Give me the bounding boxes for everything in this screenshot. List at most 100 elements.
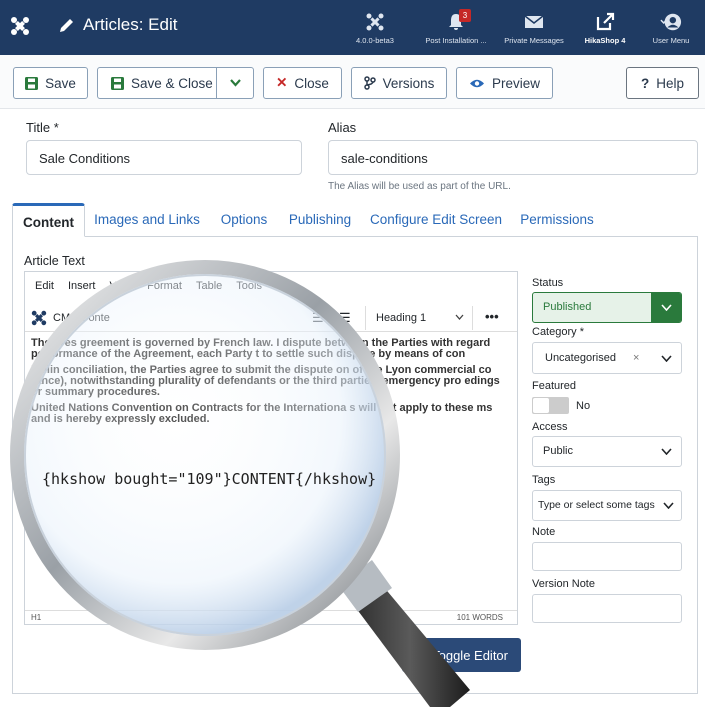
- chevron-down-icon: [651, 437, 681, 466]
- chevron-down-icon: [455, 314, 464, 320]
- versions-label: Versions: [382, 75, 435, 91]
- floppy-icon: [111, 76, 124, 90]
- preview-button[interactable]: Preview: [456, 67, 553, 99]
- block-format-select[interactable]: Heading 1: [365, 306, 473, 330]
- editor-menubar: Edit Insert View Format Table Tools: [25, 272, 517, 300]
- tab-permissions[interactable]: Permissions: [511, 203, 603, 237]
- eye-icon: [469, 79, 484, 87]
- category-value: Uncategorised: [545, 352, 616, 364]
- version-note-label: Version Note: [532, 578, 595, 590]
- tab-bar: Content Images and Links Options Publish…: [12, 203, 698, 237]
- editor-format-toolbar: CMS Conte ☰ ☰ Heading 1 •••: [25, 304, 517, 332]
- menu-tools[interactable]: Tools: [236, 280, 262, 300]
- versions-button[interactable]: Versions: [351, 67, 447, 99]
- preview-label: Preview: [491, 75, 540, 91]
- joomla-icon: [31, 310, 47, 326]
- close-icon: ✕: [276, 75, 288, 90]
- access-label: Access: [532, 421, 568, 433]
- menu-edit[interactable]: Edit: [35, 280, 54, 300]
- tags-placeholder: Type or select some tags: [538, 499, 655, 511]
- pencil-icon: [60, 19, 73, 32]
- align-justify-icon[interactable]: ☰: [339, 310, 351, 326]
- note-input[interactable]: [532, 542, 682, 571]
- alias-hint: The Alias will be used as part of the UR…: [328, 181, 511, 192]
- envelope-icon: [524, 15, 544, 28]
- chevron-down-icon: [655, 491, 681, 520]
- version-note-input[interactable]: [532, 594, 682, 623]
- menu-table[interactable]: Table: [196, 280, 222, 300]
- status-label: Status: [532, 277, 564, 289]
- help-label: Help: [656, 75, 684, 91]
- status-select[interactable]: Published: [532, 292, 682, 323]
- article-editor[interactable]: Edit Insert View Format Table Tools CMS …: [24, 271, 518, 625]
- magnified-shortcode: {hkshow bought="109"}CONTENT{/hkshow}: [42, 470, 377, 488]
- menu-insert[interactable]: Insert: [68, 280, 96, 300]
- header-item-label: Post Installation ...: [425, 36, 487, 45]
- editor-content[interactable]: The pres greement is governed by French …: [31, 338, 513, 430]
- featured-toggle[interactable]: [532, 397, 569, 414]
- paragraph-1: The pres greement is governed by French …: [31, 337, 491, 360]
- editor-statusbar: H1 101 WORDS: [25, 610, 517, 624]
- paragraph-3: United Nations Convention on Contracts f…: [31, 402, 493, 425]
- header-item-label: HikaShop 4: [584, 36, 626, 45]
- page-title-text: Articles: Edit: [83, 15, 178, 34]
- joomla-logo-icon[interactable]: [10, 15, 30, 37]
- chevron-down-icon: [651, 293, 681, 322]
- floppy-icon: [25, 76, 39, 90]
- external-link-icon: [596, 12, 615, 31]
- eye-icon: ◉: [417, 649, 428, 662]
- article-text-label: Article Text: [24, 254, 85, 268]
- close-label: Close: [294, 75, 329, 91]
- paragraph-2: Failin conciliation, the Parties agree t…: [31, 364, 500, 398]
- user-icon: [660, 13, 682, 31]
- access-select[interactable]: Public: [532, 436, 682, 467]
- tags-label: Tags: [532, 474, 556, 486]
- toggle-knob: [533, 398, 549, 413]
- category-label: Category *: [532, 326, 584, 338]
- tab-images-and-links[interactable]: Images and Links: [86, 203, 208, 237]
- menu-format[interactable]: Format: [147, 280, 182, 300]
- tab-publishing[interactable]: Publishing: [280, 203, 360, 237]
- save-close-button[interactable]: Save & Close: [97, 67, 254, 99]
- save-button[interactable]: Save: [13, 67, 88, 99]
- toggle-editor-button[interactable]: ◉ Toggle Editor: [402, 638, 521, 672]
- chevron-down-icon[interactable]: [229, 77, 242, 89]
- title-input[interactable]: Sale Conditions: [26, 140, 302, 175]
- clear-icon[interactable]: ×: [633, 352, 639, 364]
- tab-options[interactable]: Options: [209, 203, 279, 237]
- toolbar: Save Save & Close ✕ Close Versions Previ…: [0, 55, 705, 109]
- notification-badge: 3: [459, 9, 471, 22]
- toggle-editor-label: Toggle Editor: [432, 647, 508, 663]
- status-value: Published: [543, 301, 592, 313]
- tags-input[interactable]: Type or select some tags: [532, 490, 682, 521]
- alias-label: Alias: [328, 120, 357, 135]
- question-icon: ?: [640, 75, 650, 91]
- align-right-icon[interactable]: ☰: [312, 310, 324, 326]
- access-value: Public: [543, 445, 573, 457]
- menu-view[interactable]: View: [109, 280, 133, 300]
- category-select[interactable]: Uncategorised ×: [532, 342, 682, 374]
- cms-content-button[interactable]: CMS Conte: [53, 312, 110, 324]
- joomla-icon: [366, 13, 384, 31]
- more-icon[interactable]: •••: [485, 309, 499, 324]
- header-item-user-menu[interactable]: User Menu: [628, 12, 705, 45]
- element-path[interactable]: H1: [31, 613, 41, 622]
- header-item-version[interactable]: 4.0.0-beta3: [332, 12, 418, 45]
- save-label: Save: [45, 75, 76, 91]
- word-count: 101 WORDS: [456, 613, 503, 622]
- note-label: Note: [532, 526, 556, 538]
- top-header: Articles: Edit 4.0.0-beta3 3 Post Instal…: [0, 0, 705, 55]
- header-item-label: User Menu: [652, 36, 690, 45]
- page-title: Articles: Edit: [58, 15, 177, 35]
- block-format-value: Heading 1: [376, 312, 427, 324]
- header-item-post-installation[interactable]: 3 Post Installation ...: [413, 9, 499, 45]
- featured-value: No: [576, 400, 591, 412]
- tab-content[interactable]: Content: [12, 203, 85, 237]
- close-button[interactable]: ✕ Close: [263, 67, 342, 99]
- featured-label: Featured: [532, 380, 577, 392]
- help-button[interactable]: ? Help: [626, 67, 699, 99]
- alias-input[interactable]: sale-conditions: [328, 140, 698, 175]
- save-close-label: Save & Close: [131, 75, 213, 91]
- tab-configure-edit-screen[interactable]: Configure Edit Screen: [363, 203, 509, 237]
- title-label: Title *: [26, 120, 59, 135]
